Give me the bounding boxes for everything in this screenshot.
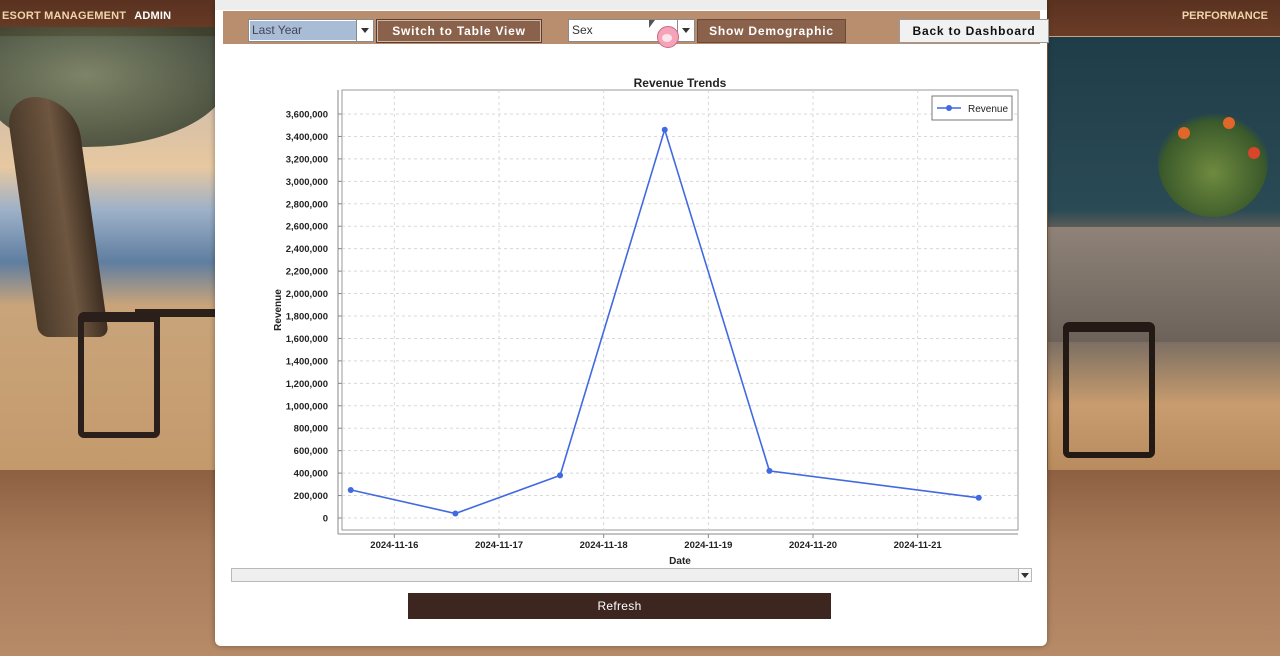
y-tick-label: 1,800,000 [286, 312, 328, 323]
horizontal-scrollbar[interactable] [231, 568, 1032, 582]
period-select[interactable]: Last Year [248, 19, 374, 42]
y-tick-label: 2,600,000 [286, 222, 328, 233]
y-axis-label: Revenue [273, 289, 284, 331]
y-tick-label: 3,400,000 [286, 132, 328, 143]
x-tick-label: 2024-11-21 [894, 540, 943, 551]
y-tick-label: 1,000,000 [286, 401, 328, 412]
pet-cursor-icon [649, 20, 680, 52]
panel-top-strip [215, 0, 1047, 10]
x-tick-label: 2024-11-20 [789, 540, 837, 551]
data-point [347, 486, 354, 493]
back-to-dashboard-button[interactable]: Back to Dashboard [899, 19, 1049, 43]
chevron-down-icon[interactable] [1018, 569, 1031, 581]
chart-legend: Revenue [931, 95, 1013, 121]
sex-select-value: Sex [572, 23, 593, 37]
chart-title: Revenue Trends [634, 76, 727, 90]
show-demographic-button[interactable]: Show Demographic [697, 19, 846, 43]
refresh-button[interactable]: Refresh [408, 593, 831, 619]
y-tick-label: 1,200,000 [286, 379, 328, 390]
y-tick-label: 0 [323, 514, 328, 525]
x-axis-label: Date [669, 556, 691, 567]
y-tick-label: 3,200,000 [286, 154, 328, 165]
nav-left: ESORT MANAGEMENT ADMIN [2, 10, 171, 22]
y-tick-label: 2,800,000 [286, 199, 328, 210]
data-point [452, 510, 459, 517]
y-tick-label: 2,000,000 [286, 289, 328, 300]
controls-bar: Last Year Switch to Table View Sex Show … [223, 11, 1049, 44]
data-point [766, 467, 773, 474]
y-tick-label: 800,000 [294, 424, 328, 435]
legend-label-revenue: Revenue [968, 104, 1008, 115]
y-tick-label: 3,600,000 [286, 110, 328, 121]
data-point [557, 472, 564, 479]
y-tick-label: 200,000 [294, 491, 328, 502]
chart-svg: Revenue Trends Date Revenue 0 200,000 400,… [273, 76, 1019, 567]
y-tick-label: 2,400,000 [286, 244, 328, 255]
y-tick-label: 1,600,000 [286, 334, 328, 345]
revenue-chart: Revenue Trends Date Revenue 0 200,000 400,… [254, 70, 1044, 570]
data-point [661, 126, 668, 133]
performance-link[interactable]: PERFORMANCE [1182, 10, 1268, 22]
background-beach-image [0, 27, 230, 470]
x-tick-label: 2024-11-19 [684, 540, 732, 551]
x-tick-label: 2024-11-17 [475, 540, 523, 551]
admin-link[interactable]: ADMIN [134, 10, 171, 22]
legend-marker [946, 105, 952, 111]
chevron-down-icon[interactable] [356, 20, 373, 41]
period-select-value: Last Year [250, 21, 356, 40]
x-tick-label: 2024-11-16 [370, 540, 418, 551]
background-lobby-image [1048, 37, 1280, 470]
x-tick-label: 2024-11-18 [580, 540, 628, 551]
y-tick-label: 1,400,000 [286, 356, 328, 367]
plot-area [341, 89, 1019, 531]
y-tick-label: 3,000,000 [286, 177, 328, 188]
y-tick-label: 400,000 [294, 469, 328, 480]
app-title: ESORT MANAGEMENT [2, 10, 127, 22]
y-tick-label: 2,200,000 [286, 267, 328, 278]
switch-table-view-button[interactable]: Switch to Table View [376, 19, 542, 43]
data-point [975, 494, 982, 501]
y-tick-label: 600,000 [294, 446, 328, 457]
